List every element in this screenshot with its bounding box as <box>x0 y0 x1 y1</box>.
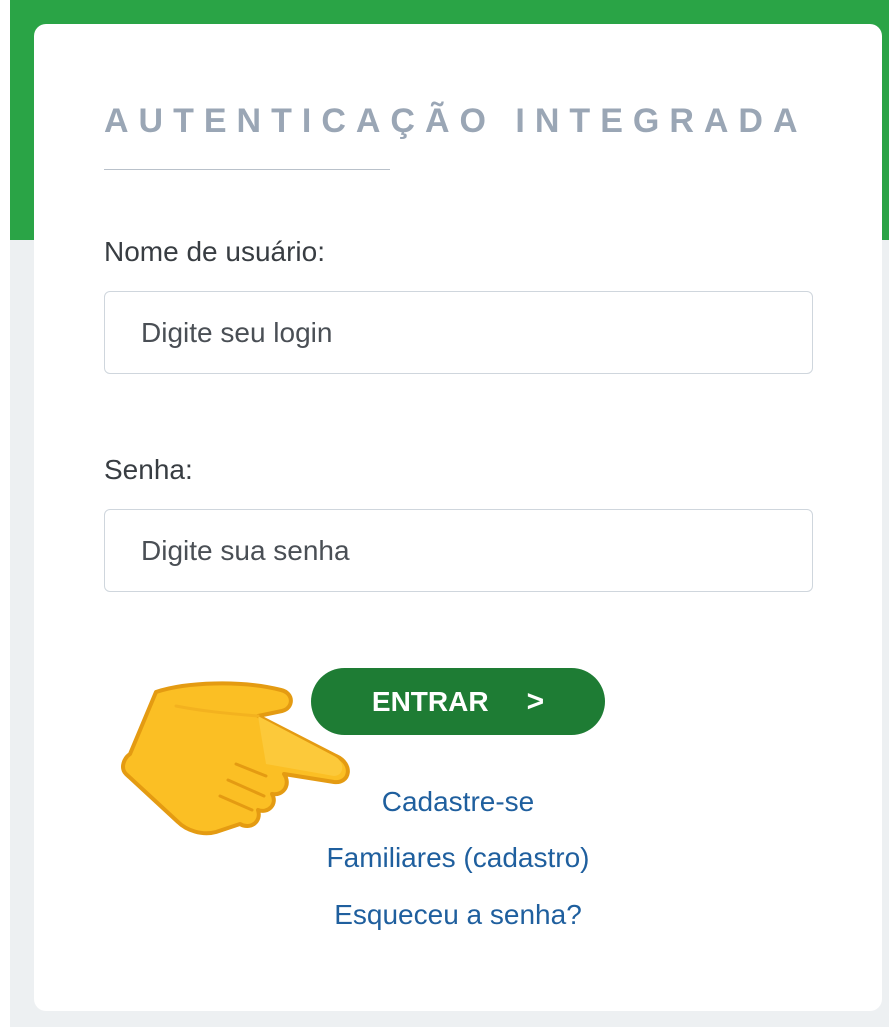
username-label: Nome de usuário: <box>104 236 326 267</box>
login-button-label: ENTRAR <box>371 685 489 717</box>
password-label: Senha: <box>104 454 193 485</box>
family-register-link[interactable]: Familiares (cadastro) <box>34 842 882 874</box>
title-divider <box>104 169 390 170</box>
arrow-right-icon: > <box>526 684 545 718</box>
pointing-hand-icon <box>121 681 350 836</box>
login-card: AUTENTICAÇÃO INTEGRADA Nome de usuário: … <box>34 24 882 1011</box>
username-input[interactable] <box>104 291 813 374</box>
password-input[interactable] <box>104 509 813 592</box>
forgot-password-link[interactable]: Esqueceu a senha? <box>34 899 882 931</box>
page-title: AUTENTICAÇÃO INTEGRADA <box>104 102 808 140</box>
page: AUTENTICAÇÃO INTEGRADA Nome de usuário: … <box>0 0 889 1027</box>
